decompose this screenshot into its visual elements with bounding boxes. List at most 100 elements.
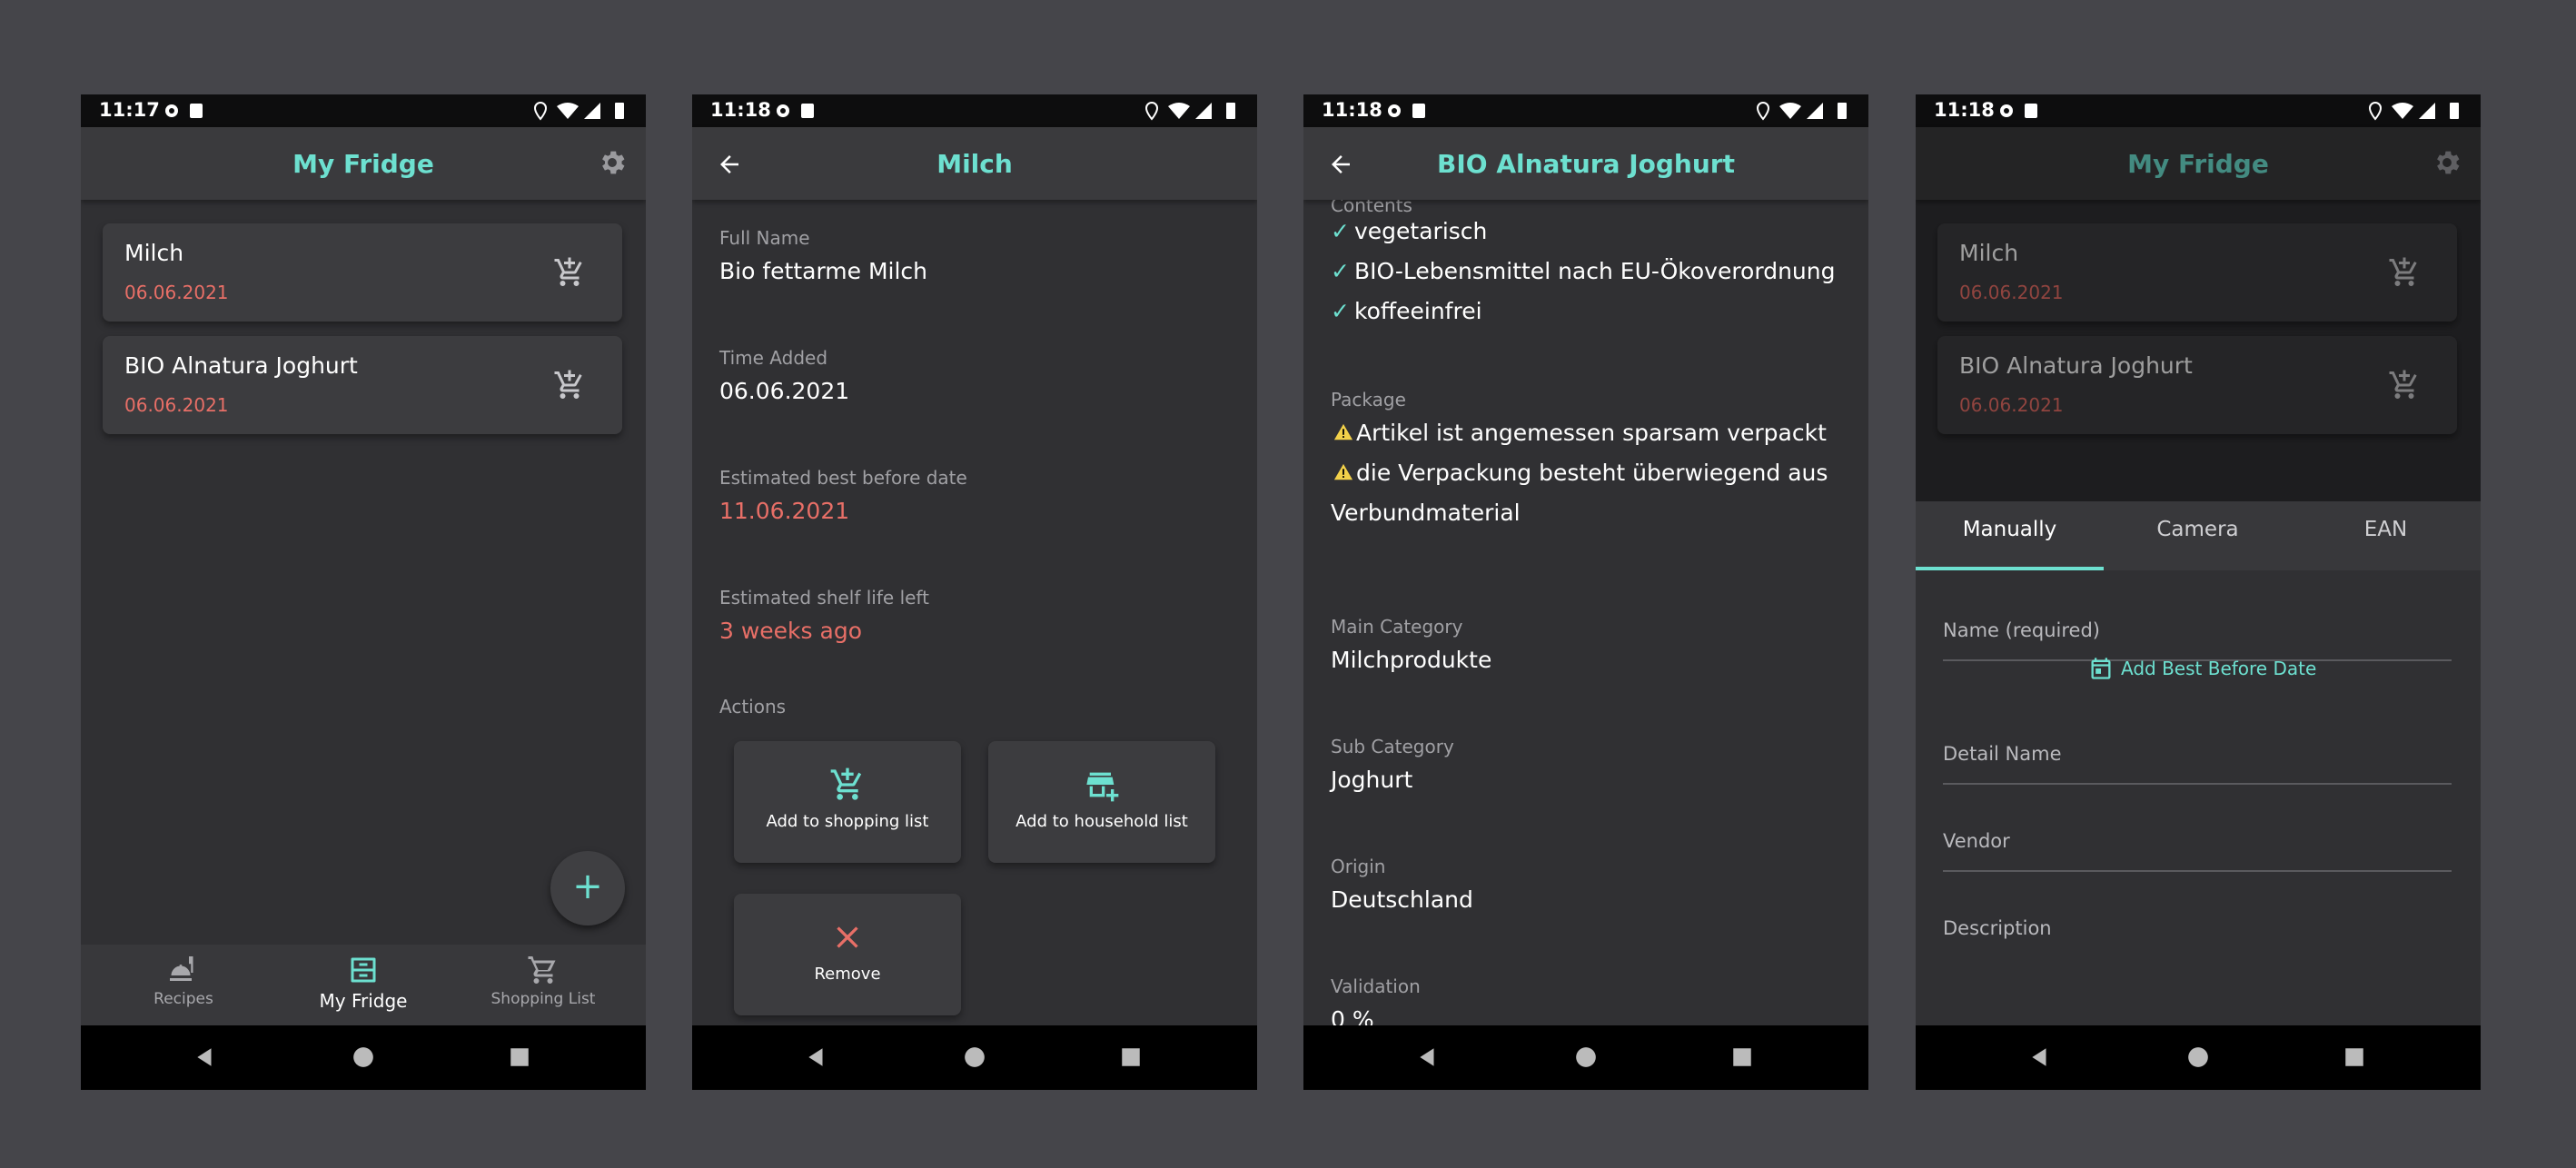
status-time: 11:18 (1934, 99, 1995, 121)
item-name: BIO Alnatura Joghurt (124, 352, 358, 379)
contents-item: ✓ vegetarisch (1331, 218, 1488, 244)
item-name: Milch (124, 240, 184, 266)
add-to-household-list-button[interactable]: Add to household list (988, 741, 1215, 863)
app-bar: BIO Alnatura Joghurt (1303, 127, 1868, 200)
field-value: 06.06.2021 (719, 378, 850, 404)
add-store-icon (1086, 772, 1119, 802)
system-nav-bar (1916, 1025, 2481, 1090)
check-icon: ✓ (1331, 258, 1350, 284)
add-item-fab[interactable]: + (550, 851, 625, 925)
status-time: 11:18 (1322, 99, 1382, 121)
recents-square-icon[interactable] (1119, 1045, 1143, 1069)
warning-icon (1333, 463, 1353, 480)
remove-button[interactable]: Remove (734, 894, 961, 1015)
shelf-life-value: 3 weeks ago (719, 618, 862, 644)
name-input[interactable]: Name (required) (1943, 605, 2452, 661)
package-heading: Package (1331, 389, 1406, 411)
bottom-navigation: Recipes My Fridge Shopping List (81, 945, 646, 1025)
status-time: 11:17 (99, 99, 160, 121)
detail-name-placeholder: Detail Name (1943, 743, 2062, 765)
best-before-value: 11.06.2021 (719, 498, 850, 524)
phone-screen-add-item-sheet: 11:18 My Fridge Milch 06.06.2021 BIO Aln… (1916, 94, 2481, 1090)
vendor-input[interactable]: Vendor (1943, 816, 2452, 872)
field-label: Time Added (719, 347, 828, 369)
field-label: Estimated best before date (719, 467, 967, 489)
status-icons-left (165, 104, 203, 118)
status-icons-left (1388, 104, 1425, 118)
field-value: 0 % (1331, 1006, 1374, 1025)
add-to-shopping-list-button[interactable]: Add to shopping list (734, 741, 961, 863)
input-mode-tabs: Manually Camera EAN (1916, 501, 2481, 570)
recents-square-icon[interactable] (1730, 1045, 1754, 1069)
back-triangle-icon[interactable] (2028, 1045, 2052, 1069)
detail-name-input[interactable]: Detail Name (1943, 728, 2452, 785)
nav-item-my-fridge[interactable]: My Fridge (272, 954, 454, 1012)
status-icons-right (1144, 101, 1235, 121)
system-nav-bar (1303, 1025, 1868, 1090)
page-title: My Fridge (292, 149, 434, 179)
status-icons-left (777, 104, 814, 118)
status-bar: 11:18 (1303, 94, 1868, 127)
description-input[interactable]: Description (1943, 903, 2452, 957)
add-best-before-date-button[interactable]: Add Best Before Date (2088, 656, 2316, 681)
home-circle-icon[interactable] (2186, 1045, 2210, 1069)
action-label: Remove (814, 965, 881, 984)
phone-screen-product-detail: 11:18 BIO Alnatura Joghurt Contents ✓ veg… (1303, 94, 1868, 1090)
back-triangle-icon[interactable] (193, 1045, 217, 1069)
status-icons-right (533, 101, 624, 121)
tab-manually[interactable]: Manually (1916, 518, 2104, 541)
recents-square-icon[interactable] (508, 1045, 531, 1069)
home-circle-icon[interactable] (963, 1045, 986, 1069)
page-title: Milch (936, 149, 1013, 179)
status-icons-left (2000, 104, 2037, 118)
package-item: die Verpackung besteht überwiegend aus (1331, 460, 1828, 486)
phone-screen-item-detail: 11:18 Milch Full Name Bio fettarme Milch… (692, 94, 1257, 1090)
tab-ean[interactable]: EAN (2292, 518, 2480, 541)
status-time: 11:18 (710, 99, 771, 121)
add-cart-icon (830, 767, 862, 800)
vendor-placeholder: Vendor (1943, 830, 2010, 852)
nav-item-shopping-list[interactable]: Shopping List (452, 954, 634, 1008)
product-detail-content: Contents ✓ vegetarisch ✓ BIO-Lebensmittel … (1303, 200, 1868, 1025)
add-cart-icon[interactable] (553, 256, 586, 289)
fridge-item-card[interactable]: BIO Alnatura Joghurt 06.06.2021 (103, 336, 622, 434)
recipes-icon (170, 956, 193, 981)
contents-item: ✓ BIO-Lebensmittel nach EU-Ökoverordnung (1331, 258, 1836, 284)
app-bar: My Fridge (81, 127, 646, 200)
add-bbd-label: Add Best Before Date (2121, 658, 2317, 679)
settings-gear-icon[interactable] (597, 147, 628, 178)
status-icons-right (1756, 101, 1847, 121)
field-label: Full Name (719, 227, 810, 249)
tab-camera[interactable]: Camera (2104, 518, 2292, 541)
field-value: Bio fettarme Milch (719, 258, 928, 284)
fridge-item-card[interactable]: Milch 06.06.2021 (103, 223, 622, 322)
contents-heading: Contents (1331, 200, 1412, 216)
status-bar: 11:18 (692, 94, 1257, 127)
field-value: Milchprodukte (1331, 647, 1492, 673)
phone-screen-my-fridge: 11:17 My Fridge Milch 06.06.2021 BIO Aln… (81, 94, 646, 1090)
status-icons-right (2368, 101, 2459, 121)
field-value: Deutschland (1331, 886, 1473, 913)
system-nav-bar (81, 1025, 646, 1090)
detail-content: Full Name Bio fettarme Milch Time Added … (692, 200, 1257, 1025)
action-label: Add to household list (1016, 812, 1188, 831)
field-value: Joghurt (1331, 767, 1413, 793)
add-cart-icon[interactable] (553, 369, 586, 401)
cart-icon (528, 956, 556, 984)
home-circle-icon[interactable] (352, 1045, 375, 1069)
item-date: 06.06.2021 (124, 282, 229, 303)
nav-label: Recipes (154, 990, 213, 1008)
back-triangle-icon[interactable] (1416, 1045, 1440, 1069)
action-label: Add to shopping list (766, 812, 929, 831)
system-nav-bar (692, 1025, 1257, 1090)
recents-square-icon[interactable] (2343, 1045, 2366, 1069)
check-icon: ✓ (1331, 298, 1350, 324)
scrim-overlay[interactable] (1916, 127, 2481, 534)
home-circle-icon[interactable] (1574, 1045, 1598, 1069)
back-triangle-icon[interactable] (805, 1045, 828, 1069)
close-icon (837, 926, 858, 948)
status-bar: 11:18 (1916, 94, 2481, 127)
package-item-continued: Verbundmaterial (1331, 500, 1521, 526)
actions-heading: Actions (719, 696, 787, 718)
nav-item-recipes[interactable]: Recipes (93, 954, 274, 1008)
